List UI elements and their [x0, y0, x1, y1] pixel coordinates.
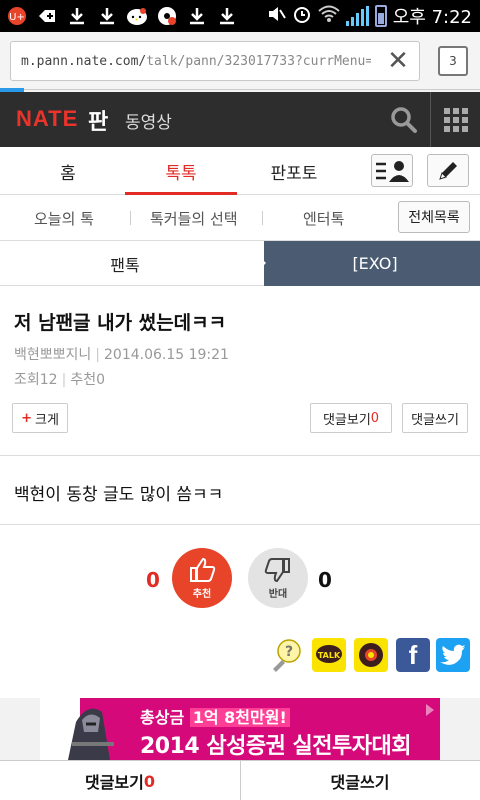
- nate-logo[interactable]: NATE: [16, 106, 78, 132]
- ad-choices-icon[interactable]: [426, 704, 434, 716]
- all-list-button[interactable]: 전체목록: [398, 201, 470, 233]
- ad-banner[interactable]: 총상금 1억 8천만원! 2014 삼성증권 실전투자대회: [40, 698, 440, 760]
- svg-text:?: ?: [285, 644, 293, 660]
- post-date: 2014.06.15 19:21: [104, 347, 229, 363]
- post-article: 저 남팬글 내가 썼는데ㅋㅋ 백현뽀뽀지니 | 2014.06.15 19:21 조…: [0, 286, 480, 698]
- sub-tabs: 오늘의 톡 톡커들의 선택 엔터톡 전체목록: [0, 195, 480, 241]
- hello-kitty-icon: [126, 5, 148, 27]
- recommend-label: 추천: [70, 372, 97, 388]
- kakaostory-share-button[interactable]: [354, 638, 388, 672]
- mute-icon: [266, 4, 286, 29]
- thumbs-down-icon: [264, 557, 290, 582]
- recommend-count: 0: [96, 372, 105, 388]
- downvote-button[interactable]: 반대: [248, 548, 308, 608]
- view-comments-button[interactable]: 댓글보기 0: [310, 403, 392, 433]
- url-field[interactable]: m.pann.nate.com/talk/pann/323017733?curr…: [10, 41, 420, 81]
- facebook-share-button[interactable]: f: [396, 638, 430, 672]
- apps-grid-icon[interactable]: [444, 108, 468, 132]
- main-tabs: 홈 톡톡 판포토: [0, 147, 480, 195]
- upvote-button[interactable]: 추천: [172, 548, 232, 608]
- video-link[interactable]: 동영상: [125, 108, 172, 133]
- twitter-share-button[interactable]: [436, 638, 470, 672]
- user-list-icon: [376, 160, 409, 182]
- ad-prize-amount: 1억 8천만원!: [189, 708, 290, 727]
- subtab-talker-choice[interactable]: 톡커들의 선택: [150, 195, 238, 241]
- cd-icon: [156, 5, 178, 27]
- download-icon: [96, 5, 118, 27]
- font-bigger-label: 크게: [34, 412, 59, 428]
- post-title: 저 남팬글 내가 썼는데ㅋㅋ: [14, 312, 227, 334]
- downvote-label: 반대: [268, 588, 288, 600]
- bottom-view-comments-label: 댓글보기: [84, 773, 144, 792]
- plus-icon: +: [21, 410, 32, 426]
- breadcrumb-current[interactable]: [EXO]: [270, 241, 480, 286]
- wifi-icon: [318, 5, 340, 28]
- tab-talk[interactable]: 톡톡: [125, 147, 237, 195]
- knight-illustration: [58, 700, 128, 760]
- breadcrumb: 팬톡 [EXO]: [0, 241, 480, 286]
- upvote-label: 추천: [192, 588, 212, 600]
- breadcrumb-arrow: [244, 241, 266, 285]
- divider: [0, 524, 480, 525]
- my-profile-button[interactable]: [371, 154, 413, 187]
- pencil-icon: [439, 161, 457, 180]
- url-host: m.pann.nate.com/: [21, 53, 147, 69]
- bottom-view-comments-button[interactable]: 댓글보기 0: [0, 761, 240, 800]
- kakaotalk-share-button[interactable]: TALK: [312, 638, 346, 672]
- url-path: talk/pann/323017733?currMenu=: [146, 53, 371, 69]
- download-icon: [66, 5, 88, 27]
- bottom-write-comment-button[interactable]: 댓글쓰기: [240, 761, 480, 800]
- tab-pan-photo[interactable]: 판포토: [238, 147, 350, 195]
- views-count: 12: [39, 372, 58, 388]
- clear-url-icon[interactable]: ✕: [385, 48, 411, 74]
- post-author[interactable]: 백현뽀뽀지니: [14, 347, 91, 363]
- view-comments-label: 댓글보기: [322, 412, 371, 428]
- subtab-divider: [130, 211, 131, 225]
- alarm-icon: [292, 4, 312, 29]
- tab-home[interactable]: 홈: [12, 147, 124, 195]
- download-icon: [216, 5, 238, 27]
- write-post-button[interactable]: [427, 154, 469, 187]
- subtab-today[interactable]: 오늘의 톡: [34, 195, 94, 241]
- bottom-action-bar: 댓글보기 0 댓글쓰기: [0, 760, 480, 800]
- tab-switcher-button[interactable]: 3: [433, 41, 468, 76]
- share-memo-icon[interactable]: ?: [270, 638, 304, 672]
- site-header: NATE 판 동영상: [0, 92, 480, 147]
- u-plus-icon: U+: [6, 5, 28, 27]
- font-bigger-button[interactable]: + 크게: [12, 403, 68, 433]
- breadcrumb-parent[interactable]: 팬톡: [0, 241, 264, 286]
- bottom-comment-count: 0: [143, 771, 156, 791]
- search-icon[interactable]: [388, 104, 420, 136]
- svg-text:U+: U+: [9, 12, 25, 23]
- status-bar: U+ 오후 7:22: [0, 0, 480, 32]
- upvote-count: 0: [146, 568, 160, 592]
- header-divider: [430, 92, 431, 147]
- twitter-bird-icon: [440, 644, 465, 665]
- breadcrumb-parent-label: 팬톡: [110, 255, 140, 275]
- signal-icon: [345, 6, 369, 26]
- clock: 오후 7:22: [392, 7, 472, 28]
- pan-logo[interactable]: 판: [88, 104, 108, 136]
- ad-prize-prefix: 총상금: [140, 708, 185, 727]
- post-author-line: 백현뽀뽀지니 | 2014.06.15 19:21: [14, 347, 229, 363]
- subtab-entertainment[interactable]: 엔터톡: [303, 195, 344, 241]
- browser-toolbar: m.pann.nate.com/talk/pann/323017733?curr…: [0, 32, 480, 90]
- battery-icon: [374, 5, 387, 27]
- kakaotalk-label: TALK: [318, 651, 341, 660]
- comment-count: 0: [370, 410, 380, 426]
- post-body: 백현이 동창 글도 많이 씀ㅋㅋ: [14, 485, 224, 505]
- post-stats: 조회12 | 추천0: [14, 372, 105, 388]
- ad-headline: 2014 삼성증권 실전투자대회: [140, 734, 411, 759]
- subtab-divider: [262, 211, 263, 225]
- download-icon: [186, 5, 208, 27]
- thumbs-up-icon: [190, 557, 216, 582]
- write-comment-button[interactable]: 댓글쓰기: [402, 403, 468, 433]
- ad-prize-line: 총상금 1억 8천만원!: [140, 704, 290, 728]
- tab-count: 3: [449, 54, 457, 68]
- divider: [0, 455, 480, 456]
- views-label: 조회: [14, 372, 40, 388]
- downvote-count: 0: [318, 568, 332, 592]
- add-icon: [36, 5, 58, 27]
